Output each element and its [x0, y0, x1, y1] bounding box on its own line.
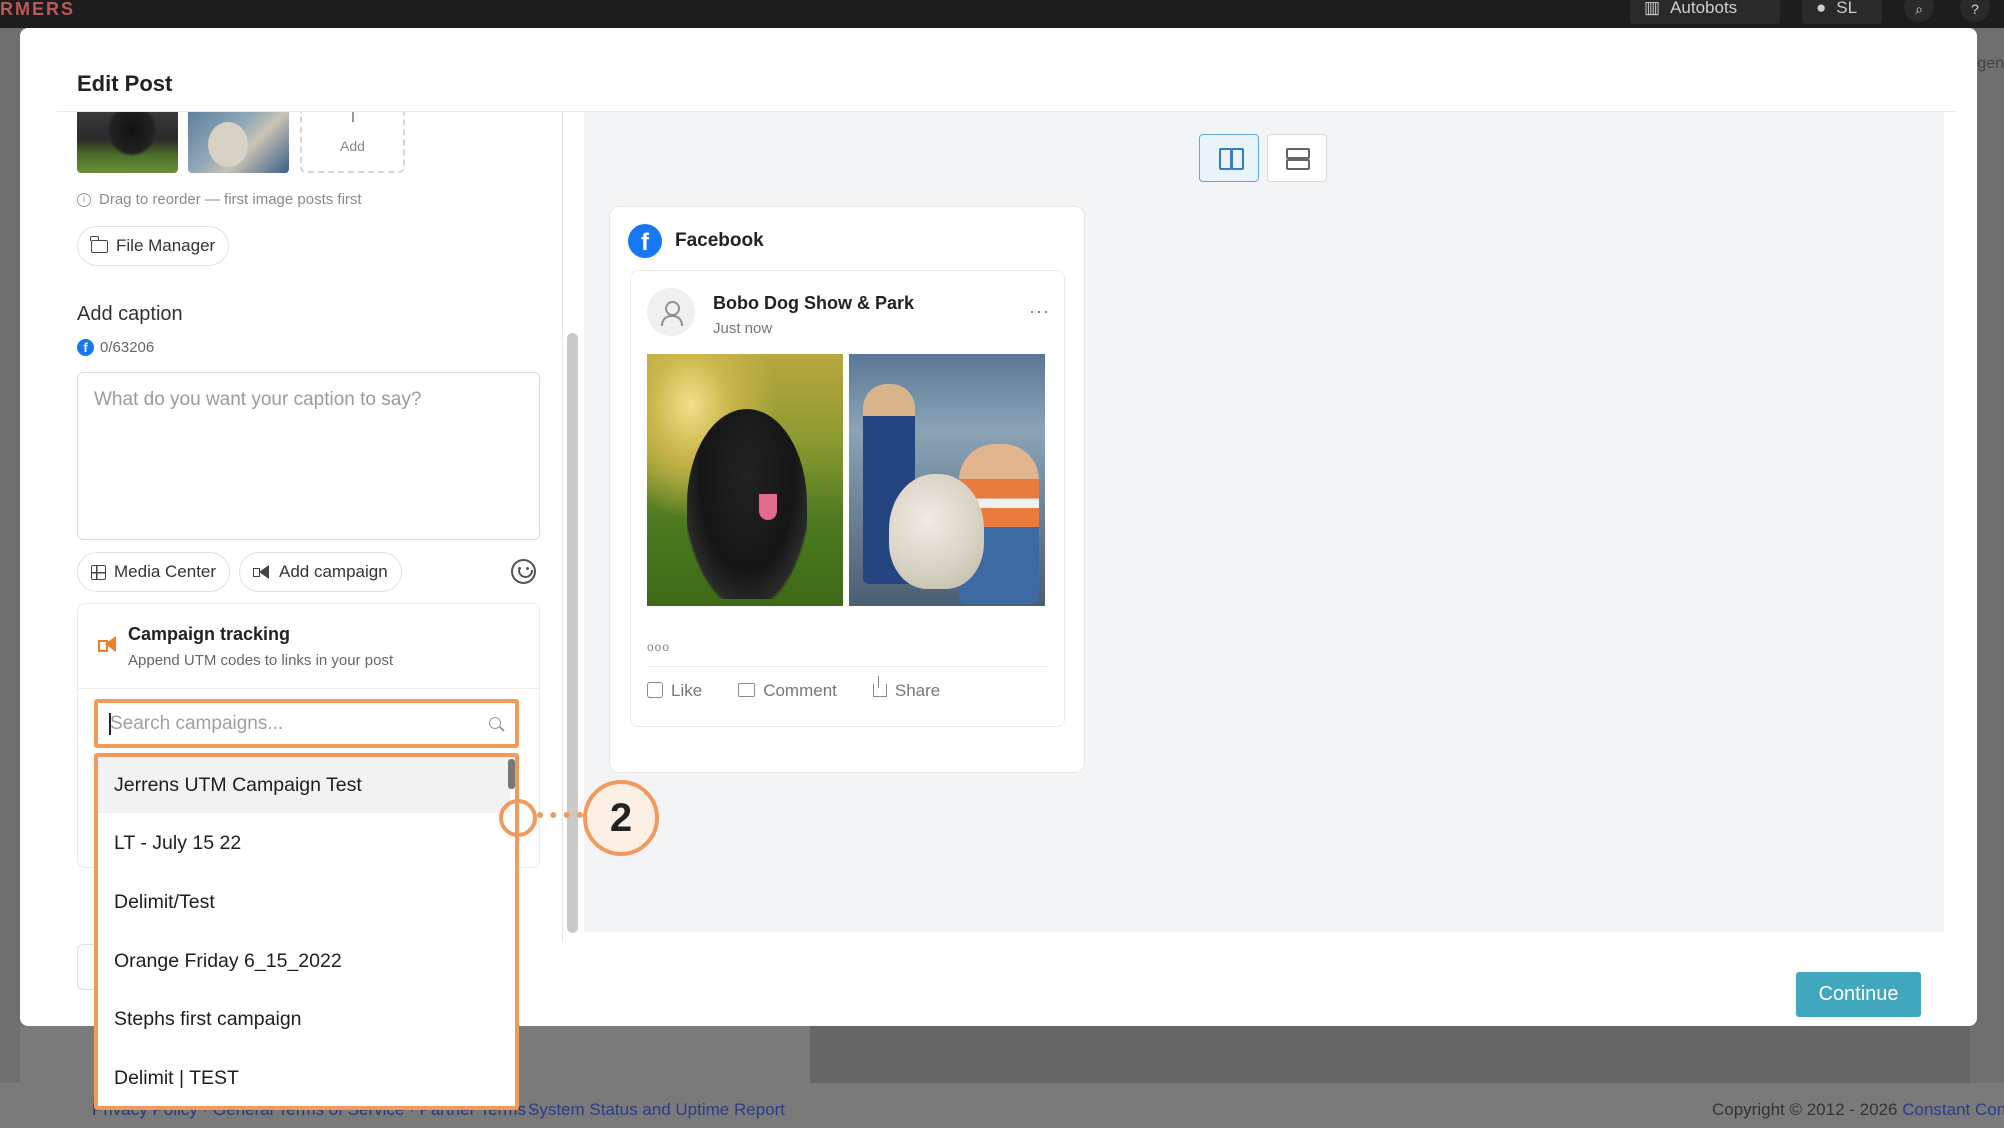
footer-copyright: Copyright © 2012 - 2026 Constant Con — [1712, 1100, 2004, 1120]
dog-figure — [889, 474, 984, 589]
like-icon — [647, 682, 663, 698]
media-thumbnail-1[interactable] — [77, 112, 178, 173]
plus-icon — [352, 112, 354, 122]
left-panel-scrollbar[interactable] — [567, 333, 578, 933]
modal-title: Edit Post — [77, 71, 173, 96]
media-thumbnail-2[interactable] — [188, 112, 289, 173]
card-divider — [78, 688, 539, 689]
caption-placeholder: What do you want your caption to say? — [94, 389, 422, 410]
megaphone-icon — [253, 565, 271, 579]
folder-icon — [90, 235, 108, 253]
background-user-initials: SL — [1836, 0, 1858, 17]
user-avatar-icon — [647, 288, 695, 336]
chart-icon: ▥ — [1644, 0, 1661, 17]
footer-copyright-brand: Constant Con — [1902, 1100, 2004, 1119]
background-panel-dark — [810, 1026, 1970, 1083]
facebook-preview-header: f Facebook — [628, 224, 764, 258]
more-options-icon[interactable]: ··· — [1029, 301, 1050, 322]
background-help-icon: ? — [1960, 0, 1990, 22]
share-label: Share — [894, 681, 941, 700]
dog-figure — [687, 409, 807, 599]
campaign-option[interactable]: Delimit/Test — [98, 874, 510, 930]
facebook-preview-card: f Facebook Bobo Dog Show & Park Just now… — [609, 206, 1085, 773]
rows-icon — [1286, 148, 1310, 170]
columns-icon — [1219, 148, 1244, 170]
like-label: Like — [671, 681, 703, 700]
emoji-icon[interactable] — [511, 559, 536, 584]
post-divider — [647, 666, 1048, 667]
campaign-option[interactable]: Jerrens UTM Campaign Test — [98, 757, 510, 813]
add-campaign-button[interactable]: Add campaign — [239, 552, 402, 592]
avatar-icon: ● — [1816, 0, 1827, 17]
like-action: Like — [647, 681, 702, 701]
add-media-button[interactable]: Add — [300, 112, 405, 173]
facebook-icon: f — [77, 339, 94, 356]
megaphone-icon — [98, 636, 118, 654]
search-icon — [489, 717, 501, 729]
background-search-icon: ⌕ — [1904, 0, 1934, 22]
media-center-button[interactable]: Media Center — [77, 552, 231, 592]
campaign-option[interactable]: Orange Friday 6_15_2022 — [98, 933, 510, 989]
comment-icon — [738, 683, 756, 697]
callout-ring — [499, 799, 537, 837]
facebook-post-preview: Bobo Dog Show & Park Just now ··· ooo Li… — [630, 270, 1065, 727]
background-app-header: RMERS ▥ Autobots ● SL ⌕ ? — [0, 0, 2004, 28]
post-page-name: Bobo Dog Show & Park — [713, 293, 915, 313]
campaign-tracking-subtitle: Append UTM codes to links in your post — [128, 652, 394, 669]
background-autobots-label: Autobots — [1670, 0, 1738, 17]
comment-action: Comment — [738, 681, 837, 701]
share-icon — [872, 676, 887, 697]
facebook-preview-title: Facebook — [675, 230, 764, 251]
post-image-people-dog — [849, 354, 1045, 606]
campaign-search-input[interactable] — [110, 712, 470, 736]
reorder-hint: i Drag to reorder — first image posts fi… — [77, 191, 362, 208]
campaign-option[interactable]: LT - July 15 22 — [98, 815, 510, 871]
background-brand-logo: RMERS — [0, 0, 76, 19]
continue-button[interactable]: Continue — [1796, 972, 1921, 1017]
reorder-hint-text: Drag to reorder — first image posts firs… — [99, 191, 362, 208]
callout-connector — [537, 812, 583, 818]
add-media-label: Add — [340, 138, 365, 154]
reactions-icon: ooo — [647, 640, 671, 654]
footer-copyright-text: Copyright © 2012 - 2026 — [1712, 1100, 1898, 1119]
stacked-view-button[interactable] — [1267, 134, 1327, 182]
background-autobots-button: ▥ Autobots — [1630, 0, 1780, 24]
media-center-label: Media Center — [114, 562, 217, 581]
footer-status-link: System Status and Uptime Report — [528, 1100, 786, 1119]
caption-counter: f 0/63206 — [77, 339, 154, 356]
comment-label: Comment — [763, 681, 837, 700]
add-campaign-label: Add campaign — [279, 562, 388, 581]
file-manager-label: File Manager — [116, 236, 216, 255]
file-manager-button[interactable]: File Manager — [77, 226, 230, 266]
grid-icon — [91, 564, 106, 580]
background-side-text: gen — [1977, 55, 2004, 72]
post-time: Just now — [713, 320, 773, 337]
post-actions: Like Comment Share — [647, 676, 941, 701]
side-by-side-view-button[interactable] — [1199, 134, 1259, 182]
campaign-dropdown-list[interactable]: Jerrens UTM Campaign Test LT - July 15 2… — [94, 753, 519, 1110]
facebook-icon: f — [628, 224, 662, 258]
campaign-tracking-title: Campaign tracking — [128, 624, 291, 644]
background-user-menu: ● SL — [1802, 0, 1882, 24]
dropdown-scrollbar[interactable] — [508, 759, 515, 789]
campaign-search-field[interactable] — [94, 699, 519, 748]
share-action: Share — [872, 676, 941, 701]
caption-section-title: Add caption — [77, 303, 183, 325]
caption-textarea[interactable]: What do you want your caption to say? — [77, 372, 540, 540]
post-image-dog — [647, 354, 843, 606]
dog-tongue — [759, 494, 777, 520]
caption-counter-text: 0/63206 — [100, 339, 155, 356]
step-number-badge: 2 — [583, 780, 659, 856]
campaign-option[interactable]: Delimit | TEST — [98, 1050, 510, 1106]
campaign-option[interactable]: Stephs first campaign — [98, 991, 510, 1047]
dog-image — [107, 112, 157, 157]
info-icon: i — [77, 192, 91, 207]
dog-image — [208, 122, 248, 167]
